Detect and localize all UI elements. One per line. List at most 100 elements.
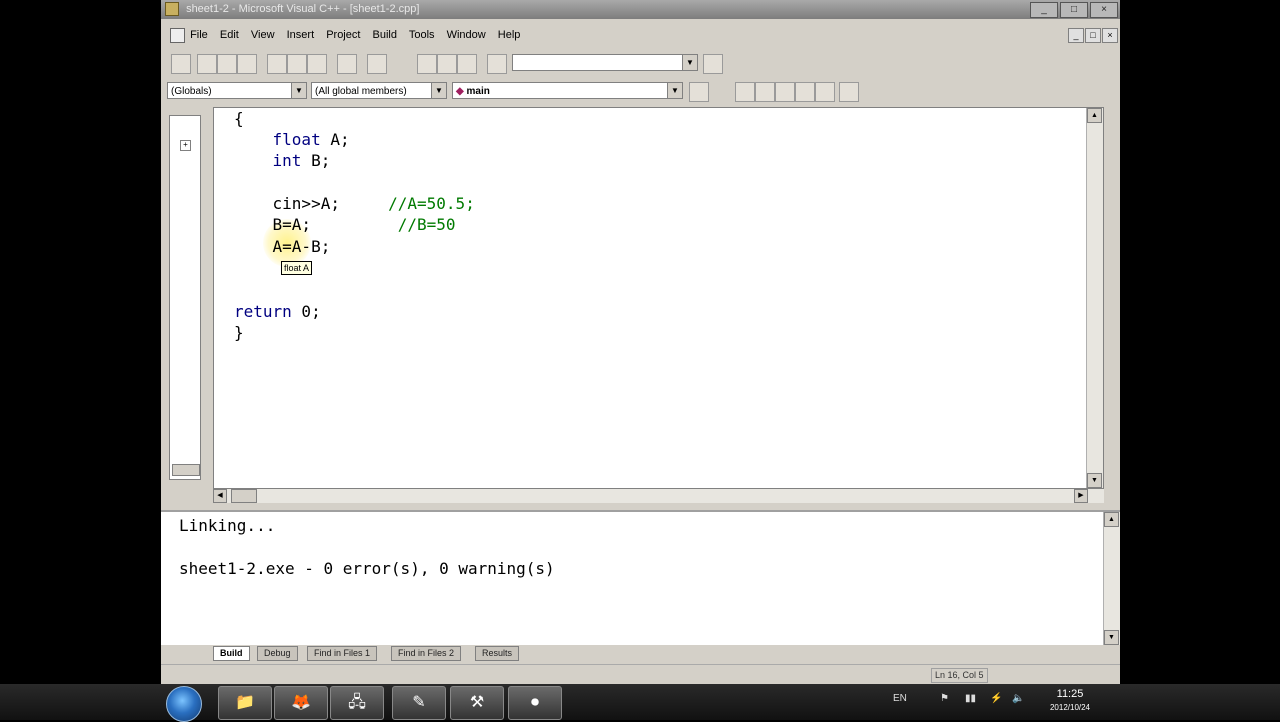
stop-build-icon[interactable] <box>775 82 795 102</box>
undo-icon[interactable] <box>337 54 357 74</box>
close-button[interactable]: × <box>1090 2 1118 18</box>
save-all-icon[interactable] <box>237 54 257 74</box>
menu-insert[interactable]: Insert <box>287 29 315 41</box>
menu-edit[interactable]: Edit <box>220 29 239 41</box>
output-line: Linking... <box>179 516 276 535</box>
scroll-thumb[interactable] <box>231 489 257 503</box>
recorder-taskbar-icon[interactable]: ⏺ <box>508 686 562 720</box>
execute-icon[interactable] <box>795 82 815 102</box>
code-line: return 0; <box>234 302 321 321</box>
output-window-icon[interactable] <box>437 54 457 74</box>
menu-build[interactable]: Build <box>373 29 397 41</box>
window-list-icon[interactable] <box>457 54 477 74</box>
paste-icon[interactable] <box>307 54 327 74</box>
maximize-button[interactable]: □ <box>1060 2 1088 18</box>
chevron-down-icon[interactable]: ▼ <box>291 83 306 98</box>
editor-taskbar-icon[interactable]: ✎ <box>392 686 446 720</box>
clock-date: 2012/10/24 <box>1049 703 1091 712</box>
workspace-icon[interactable] <box>417 54 437 74</box>
copy-icon[interactable] <box>287 54 307 74</box>
workspace-tab[interactable] <box>172 464 200 476</box>
scroll-down-icon[interactable]: ▼ <box>1087 473 1102 488</box>
wizard-bar: (Globals) ▼ (All global members) ▼ ◆ mai… <box>161 80 1120 102</box>
standard-toolbar: ▼ <box>161 50 1120 76</box>
tab-debug[interactable]: Debug <box>257 646 298 661</box>
member-combo[interactable]: ◆ main ▼ <box>452 82 683 99</box>
menu-tools[interactable]: Tools <box>409 29 435 41</box>
explorer-taskbar-icon[interactable]: 📁 <box>218 686 272 720</box>
editor-vertical-scrollbar[interactable]: ▲ ▼ <box>1086 108 1103 488</box>
start-button[interactable] <box>166 686 202 722</box>
output-vertical-scrollbar[interactable]: ▲ ▼ <box>1103 512 1120 645</box>
output-tabs: Build Debug Find in Files 1 Find in File… <box>161 645 1120 661</box>
class-combo[interactable]: (Globals) ▼ <box>167 82 307 99</box>
clock-time: 11:25 <box>1056 688 1084 700</box>
code-line: A=A-B; <box>234 237 331 256</box>
compile-icon[interactable] <box>735 82 755 102</box>
ide-window: sheet1-2 - Microsoft Visual C++ - [sheet… <box>161 0 1120 686</box>
wizard-actions-icon[interactable] <box>689 82 709 102</box>
cut-icon[interactable] <box>267 54 287 74</box>
breakpoint-hand-icon[interactable] <box>839 82 859 102</box>
menu-view[interactable]: View <box>251 29 275 41</box>
cursor-position: Ln 16, Col 5 <box>931 668 988 683</box>
build-icon[interactable] <box>755 82 775 102</box>
code-line: float A; <box>272 130 350 149</box>
menu-help[interactable]: Help <box>498 29 521 41</box>
menu-bar: File Edit View Insert Project Build Tool… <box>161 24 1120 46</box>
tab-find-in-files-1[interactable]: Find in Files 1 <box>307 646 378 661</box>
firefox-taskbar-icon[interactable]: 🦊 <box>274 686 328 720</box>
workspace-pane[interactable]: + <box>169 115 201 480</box>
volume-icon[interactable]: 🔈 <box>1012 693 1024 704</box>
mdi-minimize-button[interactable]: _ <box>1068 28 1084 43</box>
language-indicator[interactable]: EN <box>893 693 907 704</box>
scroll-up-icon[interactable]: ▲ <box>1104 512 1119 527</box>
code-editor[interactable]: { float A; int B; cin>>A; //A=50.5; B=A;… <box>213 107 1104 489</box>
network-taskbar-icon[interactable]: 🖧 <box>330 686 384 720</box>
tab-results[interactable]: Results <box>475 646 520 661</box>
chevron-down-icon[interactable]: ▼ <box>431 83 446 98</box>
scroll-down-icon[interactable]: ▼ <box>1104 630 1119 645</box>
save-icon[interactable] <box>217 54 237 74</box>
tab-find-in-files-2[interactable]: Find in Files 2 <box>391 646 462 661</box>
menu-window[interactable]: Window <box>447 29 486 41</box>
status-bar: Ln 16, Col 5 <box>161 664 1120 685</box>
window-title: sheet1-2 - Microsoft Visual C++ - [sheet… <box>186 3 420 15</box>
filter-combo[interactable]: (All global members) ▼ <box>311 82 447 99</box>
scroll-up-icon[interactable]: ▲ <box>1087 108 1102 123</box>
code-line: } <box>234 323 244 342</box>
code-line: { <box>234 109 244 128</box>
tab-build[interactable]: Build <box>213 646 250 661</box>
taskbar-clock[interactable]: 11:25 2012/10/24 <box>1040 688 1100 714</box>
document-icon[interactable] <box>170 27 185 43</box>
find-combo[interactable]: ▼ <box>512 54 698 71</box>
editor-horizontal-scrollbar[interactable]: ◀ ▶ <box>213 489 1104 503</box>
output-line: sheet1-2.exe - 0 error(s), 0 warning(s) <box>179 559 555 578</box>
mdi-restore-button[interactable]: □ <box>1085 28 1101 43</box>
visual-cpp-taskbar-icon[interactable]: ⚒ <box>450 686 504 720</box>
output-pane[interactable]: Linking... sheet1-2.exe - 0 error(s), 0 … <box>161 510 1120 647</box>
open-folder-icon[interactable] <box>197 54 217 74</box>
go-icon[interactable] <box>815 82 835 102</box>
menu-project[interactable]: Project <box>326 29 360 41</box>
scroll-right-icon[interactable]: ▶ <box>1074 489 1088 503</box>
find-in-files-icon[interactable] <box>487 54 507 74</box>
mdi-close-button[interactable]: × <box>1102 28 1118 43</box>
code-line: int B; <box>272 151 331 170</box>
editor-area: + { float A; int B; cin>>A; //A=50.5; B=… <box>161 105 1120 503</box>
redo-icon[interactable] <box>367 54 387 74</box>
network-icon[interactable]: ▮▮ <box>965 693 976 704</box>
code-line: B=A; //B=50 <box>234 215 456 234</box>
menu-file[interactable]: File <box>190 29 208 41</box>
chevron-down-icon[interactable]: ▼ <box>682 55 697 70</box>
new-file-icon[interactable] <box>171 54 191 74</box>
title-bar[interactable]: sheet1-2 - Microsoft Visual C++ - [sheet… <box>161 0 1120 19</box>
chevron-down-icon[interactable]: ▼ <box>667 83 682 98</box>
find-icon[interactable] <box>703 54 723 74</box>
flag-icon[interactable]: ⚑ <box>940 693 949 704</box>
tree-expand-icon[interactable]: + <box>180 140 191 151</box>
power-icon[interactable]: ⚡ <box>990 693 1002 704</box>
scroll-left-icon[interactable]: ◀ <box>213 489 227 503</box>
minimize-button[interactable]: _ <box>1030 2 1058 18</box>
selection-margin <box>214 108 232 488</box>
